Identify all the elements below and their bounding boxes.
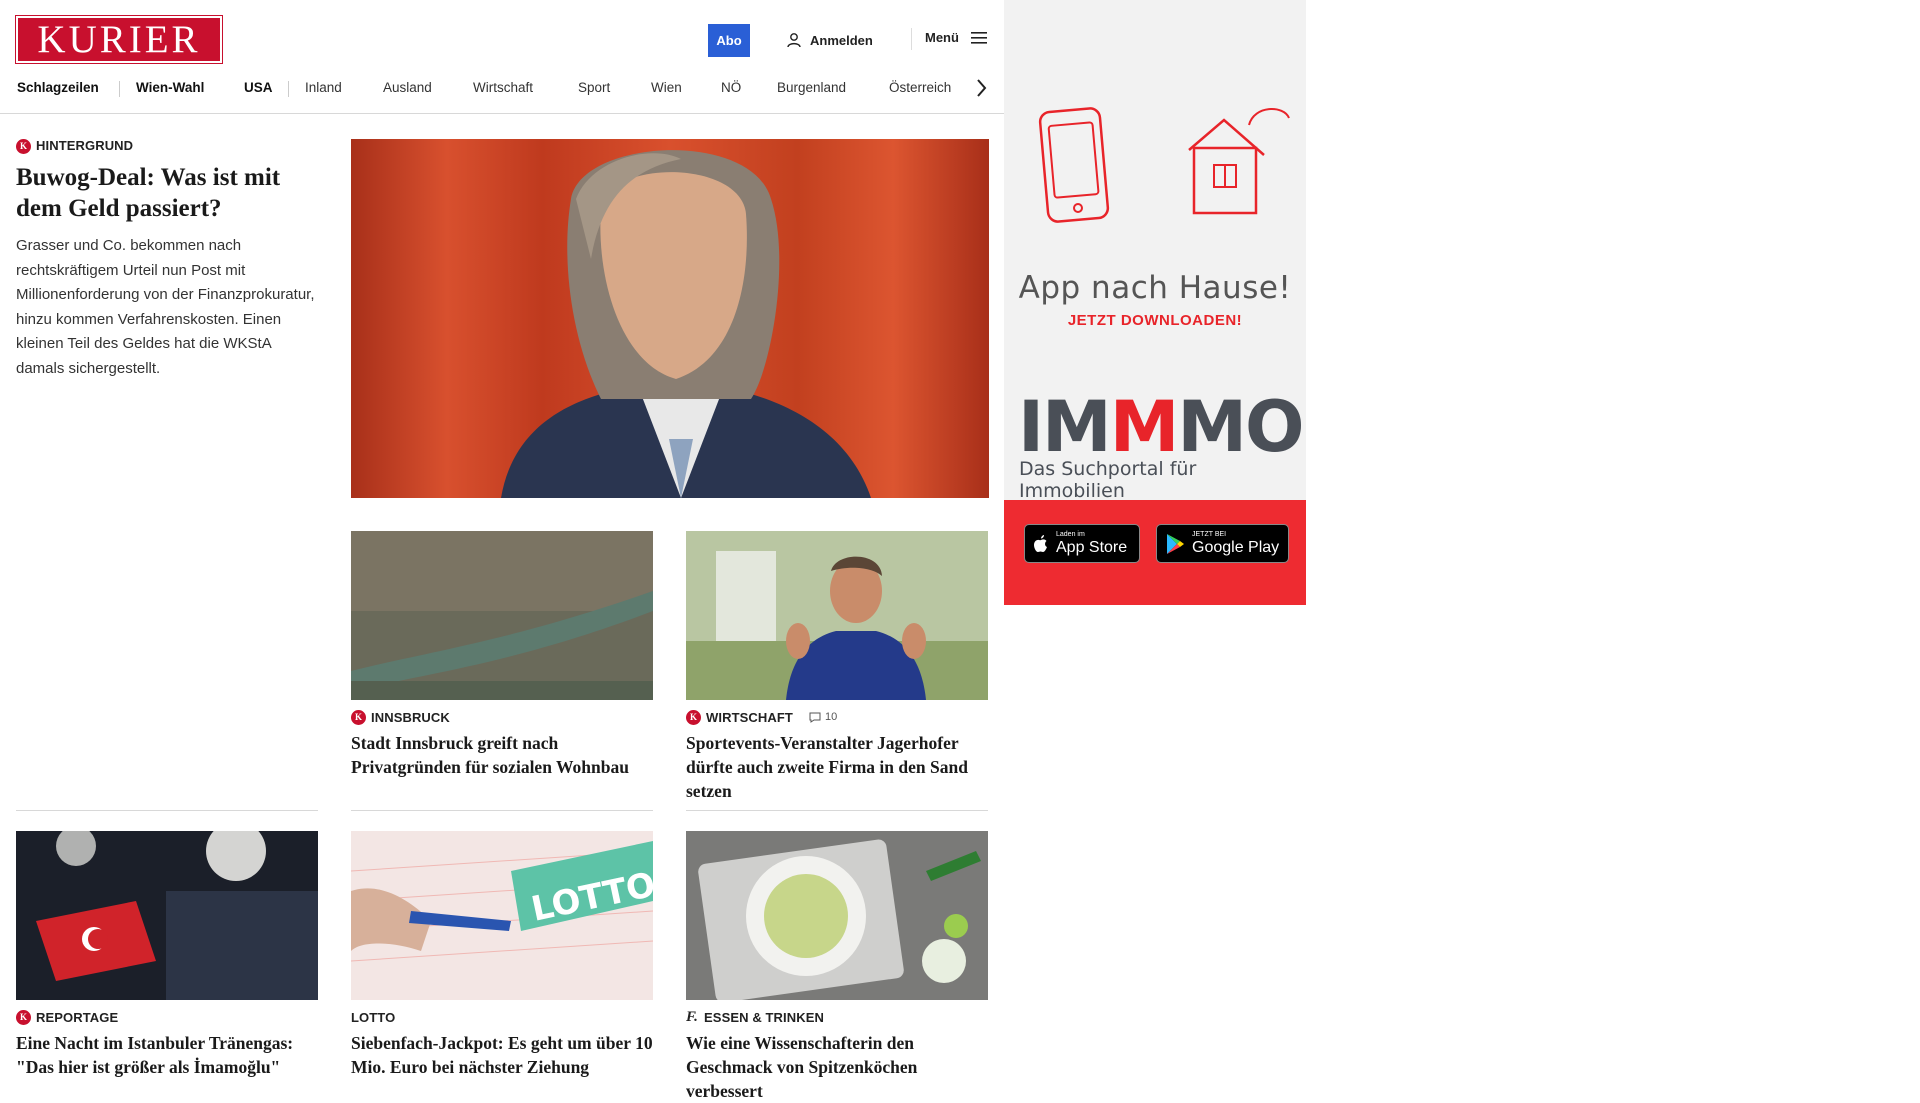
- hamburger-icon: [970, 31, 987, 44]
- nav-item-noe[interactable]: NÖ: [721, 77, 741, 99]
- app-store-small: Laden im: [1056, 531, 1085, 538]
- protest-photo: [16, 831, 318, 1000]
- city-aerial-photo: [351, 531, 653, 700]
- kurier-plus-icon: K: [16, 1009, 31, 1025]
- user-icon: [787, 33, 801, 48]
- article-kicker: K WIRTSCHAFT 10: [686, 709, 988, 725]
- article-kicker: LOTTO: [351, 1009, 653, 1025]
- hero-kicker-label: HINTERGRUND: [36, 138, 134, 153]
- article-card[interactable]: LOTTO LOTTO Siebenfach-Jackpot: Es geht …: [351, 831, 653, 1079]
- article-headline[interactable]: Stadt Innsbruck greift nach Privatgründe…: [351, 731, 653, 779]
- nav-item-sport[interactable]: Sport: [578, 77, 610, 99]
- nav-divider: [288, 81, 289, 97]
- chevron-right-icon[interactable]: [972, 77, 992, 99]
- article-card[interactable]: K INNSBRUCK Stadt Innsbruck greift nach P…: [351, 531, 653, 779]
- lotto-ticket-photo: LOTTO: [351, 831, 653, 1000]
- comment-count[interactable]: 10: [809, 711, 837, 723]
- portrait-photo: [351, 139, 989, 498]
- app-store-label: App Store: [1056, 539, 1128, 556]
- article-card[interactable]: K WIRTSCHAFT 10 Sportevents-Veranstalter …: [686, 531, 988, 803]
- google-play-icon: [1167, 533, 1184, 554]
- immmo-logo-part-m: M: [1109, 386, 1180, 468]
- top-bar: KURIER Abo Anmelden Menü: [0, 0, 1005, 80]
- nav-item-schlagzeilen[interactable]: Schlagzeilen: [17, 77, 99, 99]
- menu-button[interactable]: Menü: [925, 30, 987, 45]
- nav-item-usa[interactable]: USA: [244, 77, 273, 99]
- immmo-logo: IMMMO: [1018, 392, 1305, 462]
- apple-icon: [1034, 535, 1047, 552]
- divider: [16, 810, 318, 811]
- divider: [351, 810, 653, 811]
- menu-label: Menü: [925, 30, 959, 45]
- hero-image[interactable]: [351, 139, 989, 498]
- hero-teaser: Grasser und Co. bekommen nach rechtskräf…: [16, 237, 315, 377]
- article-image[interactable]: [351, 531, 653, 700]
- article-image[interactable]: [16, 831, 318, 1000]
- kicker-label: ESSEN & TRINKEN: [704, 1009, 824, 1025]
- nav-item-wien[interactable]: Wien: [651, 77, 682, 99]
- phone-house-illustration: [1038, 107, 1290, 223]
- nav-item-oesterreich[interactable]: Österreich: [889, 77, 951, 99]
- hero-article[interactable]: K HINTERGRUND Buwog-Deal: Was ist mit dem…: [16, 138, 316, 381]
- nav-item-ausland[interactable]: Ausland: [383, 77, 432, 99]
- article-kicker: K REPORTAGE: [16, 1009, 318, 1025]
- food-photo: [686, 831, 988, 1000]
- immmo-logo-part-b: MO: [1177, 386, 1304, 468]
- hero-headline[interactable]: Buwog-Deal: Was ist mit dem Geld passier…: [16, 162, 316, 224]
- google-play-label: Google Play: [1192, 539, 1280, 556]
- login-label: Anmelden: [810, 32, 873, 48]
- ad-cta[interactable]: JETZT DOWNLOADEN!: [1004, 312, 1306, 329]
- comment-icon: [809, 712, 821, 723]
- abo-button[interactable]: Abo: [708, 24, 750, 57]
- kicker-label: REPORTAGE: [36, 1009, 119, 1025]
- kurier-page: KURIER Abo Anmelden Menü Schlagzeilen Wi…: [0, 0, 1005, 1101]
- article-headline[interactable]: Eine Nacht im Istanbuler Tränengas: "Das…: [16, 1031, 318, 1079]
- kicker-label: LOTTO: [351, 1009, 396, 1025]
- article-image[interactable]: [686, 531, 988, 700]
- article-image[interactable]: LOTTO: [351, 831, 653, 1000]
- nav-item-wirtschaft[interactable]: Wirtschaft: [473, 77, 533, 99]
- article-kicker: K INNSBRUCK: [351, 709, 653, 725]
- kicker-label: INNSBRUCK: [371, 709, 450, 725]
- immmo-logo-part-a: IM: [1018, 386, 1112, 468]
- man-outdoor-photo: [686, 531, 988, 700]
- nav-divider: [119, 81, 120, 97]
- ad-title: App nach Hause!: [1018, 270, 1292, 306]
- login-button[interactable]: Anmelden: [786, 30, 873, 50]
- app-store-button[interactable]: Laden im App Store: [1024, 524, 1140, 563]
- kurier-plus-icon: K: [686, 709, 701, 725]
- article-image[interactable]: [686, 831, 988, 1000]
- freizeit-icon: f.: [686, 1008, 699, 1025]
- comment-count-value: 10: [824, 711, 838, 723]
- article-card[interactable]: f. ESSEN & TRINKEN Wie eine Wissenschafte…: [686, 831, 988, 1103]
- article-card[interactable]: K REPORTAGE Eine Nacht im Istanbuler Trän…: [16, 831, 318, 1079]
- kurier-plus-icon: K: [16, 139, 31, 155]
- article-headline[interactable]: Siebenfach-Jackpot: Es geht um über 10 M…: [351, 1031, 653, 1079]
- divider: [686, 810, 988, 811]
- kurier-plus-icon: K: [351, 709, 366, 725]
- nav-item-inland[interactable]: Inland: [305, 77, 342, 99]
- hero-kicker: K HINTERGRUND: [16, 138, 316, 155]
- immmo-ad[interactable]: App nach Hause! JETZT DOWNLOADEN! IMMMO …: [1004, 0, 1306, 605]
- google-play-small: JETZT BEI: [1192, 531, 1227, 538]
- article-kicker: f. ESSEN & TRINKEN: [686, 1009, 988, 1025]
- header-divider: [911, 28, 912, 50]
- nav-item-wien-wahl[interactable]: Wien-Wahl: [136, 77, 204, 99]
- google-play-button[interactable]: JETZT BEI Google Play: [1156, 524, 1289, 563]
- article-headline[interactable]: Wie eine Wissenschafterin den Geschmack …: [686, 1031, 988, 1103]
- kurier-logo[interactable]: KURIER: [15, 15, 223, 64]
- section-nav: Schlagzeilen Wien-Wahl USA Inland Auslan…: [0, 77, 1005, 114]
- kicker-label: WIRTSCHAFT: [706, 709, 793, 725]
- nav-item-burgenland[interactable]: Burgenland: [777, 77, 846, 99]
- immmo-tagline: Das Suchportal für Immobilien: [1019, 458, 1197, 502]
- article-headline[interactable]: Sportevents-Veranstalter Jagerhofer dürf…: [686, 731, 988, 803]
